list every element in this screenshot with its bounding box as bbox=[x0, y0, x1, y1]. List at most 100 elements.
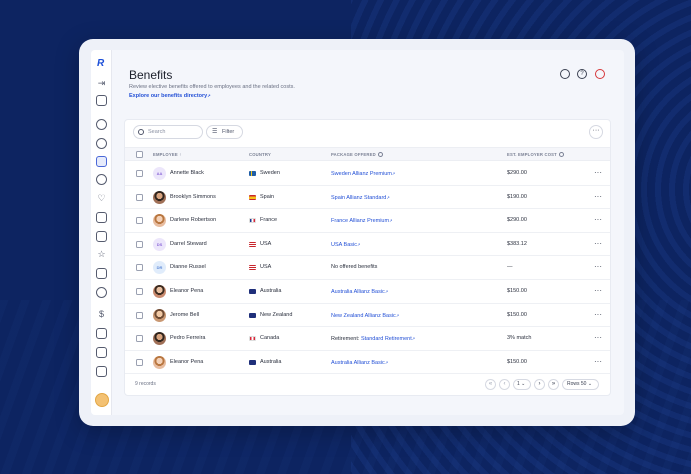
employer-cost: $290.00 bbox=[507, 217, 527, 224]
document-icon[interactable] bbox=[96, 212, 107, 223]
flag-icon bbox=[249, 359, 256, 365]
row-checkbox[interactable] bbox=[136, 217, 143, 225]
last-page-button[interactable]: » bbox=[548, 379, 559, 390]
rows-per-page-select[interactable]: Rows 50 ⌄ bbox=[562, 379, 599, 390]
employer-cost: — bbox=[507, 264, 513, 271]
chat-icon[interactable] bbox=[96, 287, 107, 298]
rows-label: Rows bbox=[567, 381, 580, 387]
table-row[interactable]: Brooklyn Simmons Spain Spain Allianz Sta… bbox=[125, 186, 610, 210]
row-checkbox[interactable] bbox=[136, 240, 143, 248]
export-icon[interactable] bbox=[96, 366, 107, 377]
row-more-button[interactable]: ··· bbox=[594, 351, 602, 372]
file-icon[interactable] bbox=[96, 347, 107, 358]
package-cell[interactable]: Spain Allianz Standard↗ bbox=[331, 186, 390, 210]
table-row[interactable]: Eleanor Pena Australia Australia Allianz… bbox=[125, 351, 610, 375]
first-page-button[interactable]: « bbox=[485, 379, 496, 390]
external-link-icon: ↗ bbox=[395, 312, 400, 318]
column-country[interactable]: COUNTRY bbox=[249, 148, 271, 161]
flag-icon bbox=[249, 218, 256, 224]
package-cell[interactable]: France Allianz Premium↗ bbox=[331, 209, 392, 233]
avatar bbox=[153, 332, 166, 346]
page-title: Benefits bbox=[129, 68, 173, 82]
row-more-button[interactable]: ··· bbox=[594, 233, 602, 254]
package-cell[interactable]: Retirement: Standard Retirement↗ bbox=[331, 327, 415, 351]
column-package[interactable]: PACKAGE OFFERED bbox=[331, 148, 383, 161]
package-name: France Allianz Premium bbox=[331, 218, 390, 225]
row-more-button[interactable]: ··· bbox=[594, 327, 602, 348]
row-more-button[interactable]: ··· bbox=[594, 186, 602, 207]
collapse-icon[interactable]: ⇥ bbox=[95, 77, 108, 89]
select-all-checkbox[interactable] bbox=[136, 151, 143, 158]
table-row[interactable]: Eleanor Pena Australia Australia Allianz… bbox=[125, 280, 610, 304]
row-checkbox[interactable] bbox=[136, 335, 143, 343]
row-checkbox[interactable] bbox=[136, 170, 143, 177]
external-link-icon: ↗ bbox=[384, 289, 389, 294]
employer-cost: $150.00 bbox=[507, 358, 527, 365]
country-name: Spain bbox=[260, 193, 275, 200]
column-employee[interactable]: EMPLOYEE ↑ bbox=[153, 148, 182, 161]
package-cell[interactable]: Australia Allianz Basic↗ bbox=[331, 280, 388, 304]
row-checkbox[interactable] bbox=[136, 264, 143, 272]
flag-icon bbox=[249, 171, 256, 176]
employer-cost: $383.12 bbox=[507, 240, 527, 247]
row-more-button[interactable]: ··· bbox=[594, 304, 602, 325]
benefits-directory-link[interactable]: Explore our benefits directory↗ bbox=[129, 93, 211, 99]
clipboard-icon[interactable] bbox=[96, 231, 107, 242]
heart-icon[interactable]: ♡ bbox=[95, 192, 108, 204]
user-avatar[interactable] bbox=[95, 393, 109, 407]
row-checkbox[interactable] bbox=[136, 358, 143, 366]
dollar-icon[interactable]: $ bbox=[95, 308, 108, 320]
country-name: Australia bbox=[260, 358, 282, 365]
panel-icon[interactable] bbox=[96, 95, 107, 106]
table-more-button[interactable]: ··· bbox=[589, 125, 603, 139]
employee-name: Brooklyn Simmons bbox=[170, 193, 216, 200]
bell-icon[interactable] bbox=[595, 69, 605, 79]
flag-icon bbox=[249, 289, 256, 294]
star-icon[interactable]: ☆ bbox=[95, 248, 108, 260]
row-more-button[interactable]: ··· bbox=[594, 256, 602, 277]
help-icon[interactable]: ? bbox=[577, 69, 587, 79]
calendar-icon[interactable] bbox=[96, 156, 107, 167]
package-cell[interactable]: New Zealand Allianz Basic↗ bbox=[331, 304, 399, 328]
employer-cost: $150.00 bbox=[507, 288, 527, 294]
column-cost[interactable]: EST. EMPLOYER COST bbox=[507, 148, 564, 161]
flag-icon bbox=[249, 194, 256, 200]
employee-name: Eleanor Pena bbox=[170, 358, 204, 365]
card-icon[interactable] bbox=[96, 328, 107, 339]
package-name: Australia Allianz Basic bbox=[331, 359, 385, 366]
external-link-icon: ↗ bbox=[391, 171, 396, 176]
package-cell[interactable]: Australia Allianz Basic↗ bbox=[331, 351, 388, 375]
next-page-button[interactable]: › bbox=[534, 379, 545, 390]
add-person-icon[interactable] bbox=[96, 138, 107, 149]
people-icon[interactable] bbox=[96, 119, 107, 130]
clock-icon[interactable] bbox=[96, 174, 107, 185]
package-cell[interactable]: Sweden Allianz Premium↗ bbox=[331, 162, 395, 186]
table-row[interactable]: AA Annette Black Sweden Sweden Allianz P… bbox=[125, 162, 610, 186]
prev-page-button[interactable]: ‹ bbox=[499, 379, 510, 390]
table-row[interactable]: DR Dianne Russel USA No offered benefits… bbox=[125, 256, 610, 280]
table-row[interactable]: Darlene Robertson France France Allianz … bbox=[125, 209, 610, 233]
table-row[interactable]: Pedro Ferreira Canada Retirement: Standa… bbox=[125, 327, 610, 351]
filter-button[interactable]: ☰ Filter bbox=[206, 125, 243, 139]
row-checkbox[interactable] bbox=[136, 193, 143, 201]
chart-icon[interactable] bbox=[96, 268, 107, 279]
table-row[interactable]: DS Darrel Steward USA USA Basic↗ $383.12… bbox=[125, 233, 610, 257]
avatar: DS bbox=[153, 237, 166, 251]
search-icon[interactable] bbox=[560, 69, 570, 79]
row-more-button[interactable]: ··· bbox=[594, 162, 602, 183]
employee-name: Annette Black bbox=[170, 170, 204, 176]
package-cell[interactable]: USA Basic↗ bbox=[331, 233, 360, 257]
logo[interactable]: R bbox=[97, 58, 107, 69]
package-name: Standard Retirement bbox=[360, 336, 412, 343]
table-row[interactable]: Jerome Bell New Zealand New Zealand Alli… bbox=[125, 304, 610, 328]
page-select[interactable]: 1 ⌄ bbox=[513, 379, 531, 390]
row-more-button[interactable]: ··· bbox=[594, 209, 602, 230]
row-more-button[interactable]: ··· bbox=[594, 280, 602, 301]
search-input[interactable]: Search bbox=[133, 125, 203, 139]
package-cell: No offered benefits bbox=[331, 256, 377, 279]
employee-name: Jerome Bell bbox=[170, 311, 200, 318]
row-checkbox[interactable] bbox=[136, 288, 143, 295]
employer-cost: 3% match bbox=[507, 335, 532, 342]
employee-name: Dianne Russel bbox=[170, 264, 206, 271]
row-checkbox[interactable] bbox=[136, 311, 143, 319]
